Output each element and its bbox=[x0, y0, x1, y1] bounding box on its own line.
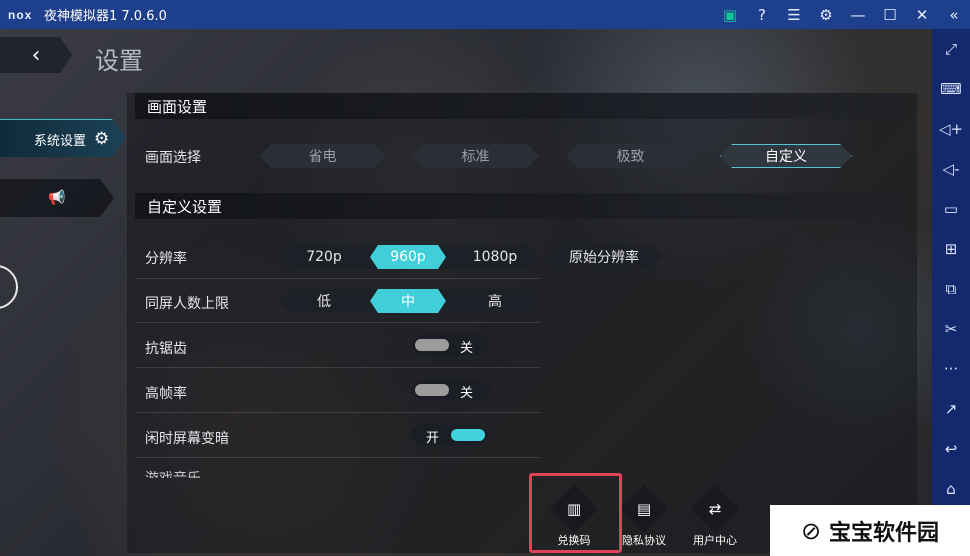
page-title: 设置 bbox=[95, 47, 143, 75]
privacy-badge: ▤ bbox=[619, 484, 669, 534]
resolution-label: 分辨率 bbox=[145, 251, 187, 267]
privacy-button[interactable]: ▤ 隐私协议 bbox=[614, 478, 674, 556]
players-low[interactable]: 低 bbox=[288, 289, 360, 313]
high-fps-toggle[interactable]: 关 bbox=[410, 379, 492, 401]
back-icon[interactable]: ↩ bbox=[932, 429, 970, 469]
back-arrow-icon: ‹ bbox=[31, 42, 41, 68]
game-music-label-partial: 游戏音乐 bbox=[145, 468, 201, 478]
menu-icon[interactable]: ☰ bbox=[778, 0, 810, 29]
toggle-knob bbox=[415, 384, 449, 396]
side-circle-button[interactable] bbox=[0, 265, 18, 309]
toggle-knob bbox=[415, 339, 449, 351]
privacy-icon: ▤ bbox=[636, 500, 652, 518]
shop-icon[interactable]: ▣ bbox=[714, 0, 746, 29]
resolution-960p[interactable]: 960p bbox=[370, 245, 446, 269]
keyboard-icon[interactable]: ⌨ bbox=[932, 69, 970, 109]
back-button[interactable]: ‹ bbox=[0, 37, 72, 73]
section-display-header: 画面设置 bbox=[135, 93, 900, 119]
emulator-toolbar: ⤢ ⌨ ◁+ ◁- ▭ ⊞ ⧉ ✂ ··· ↗ ↩ ⌂ bbox=[932, 29, 970, 556]
minimize-icon[interactable]: — bbox=[842, 0, 874, 29]
idle-dim-toggle[interactable]: 开 bbox=[408, 424, 490, 446]
settings-icon[interactable]: ⚙ bbox=[810, 0, 842, 29]
players-label: 同屏人数上限 bbox=[145, 296, 229, 312]
section-custom-title: 自定义设置 bbox=[147, 197, 223, 216]
resolution-selector: 720p 960p 1080p bbox=[280, 245, 540, 269]
resolution-original[interactable]: 原始分辨率 bbox=[546, 245, 662, 269]
nox-logo: nox bbox=[8, 7, 33, 22]
nav-system-settings-label: 系统设置 bbox=[34, 133, 87, 149]
fullscreen-icon[interactable]: ⤢ bbox=[932, 29, 970, 69]
divider bbox=[135, 278, 540, 279]
quality-option-power-saving[interactable]: 省电 bbox=[259, 144, 386, 168]
divider bbox=[135, 412, 540, 413]
collapse-icon[interactable]: « bbox=[938, 0, 970, 29]
share-icon[interactable]: ↗ bbox=[932, 389, 970, 429]
window-title: 夜神模拟器1 7.0.6.0 bbox=[44, 9, 167, 24]
antialias-state: 关 bbox=[460, 341, 474, 356]
user-center-button[interactable]: ⇄ 用户中心 bbox=[685, 478, 745, 556]
user-center-label: 用户中心 bbox=[693, 534, 737, 547]
nav-system-settings[interactable]: 系统设置 ⚙ bbox=[0, 119, 126, 157]
divider bbox=[135, 457, 540, 458]
quality-label: 画面选择 bbox=[145, 150, 201, 166]
maximize-icon[interactable]: ☐ bbox=[874, 0, 906, 29]
quality-option-standard[interactable]: 标准 bbox=[412, 144, 539, 168]
help-icon[interactable]: ? bbox=[746, 0, 778, 29]
antialias-label: 抗锯齿 bbox=[145, 341, 187, 357]
watermark: ⊘ 宝宝软件园 bbox=[770, 505, 970, 556]
players-high[interactable]: 高 bbox=[458, 289, 532, 313]
quality-option-custom[interactable]: 自定义 bbox=[720, 144, 852, 168]
multi-instance-icon[interactable]: ⧉ bbox=[932, 269, 970, 309]
high-fps-state: 关 bbox=[460, 386, 474, 401]
section-custom-header: 自定义设置 bbox=[135, 193, 900, 219]
players-medium[interactable]: 中 bbox=[370, 289, 446, 313]
privacy-label: 隐私协议 bbox=[622, 534, 666, 547]
volume-up-icon[interactable]: ◁+ bbox=[932, 109, 970, 149]
scissors-icon[interactable]: ✂ bbox=[932, 309, 970, 349]
apk-install-icon[interactable]: ⊞ bbox=[932, 229, 970, 269]
idle-dim-state: 开 bbox=[426, 431, 440, 446]
title-bar: nox 夜神模拟器1 7.0.6.0 ▣ ? ☰ ⚙ — ☐ ✕ « bbox=[0, 0, 970, 29]
screen-icon[interactable]: ▭ bbox=[932, 189, 970, 229]
window-controls: ▣ ? ☰ ⚙ — ☐ ✕ « bbox=[714, 0, 970, 29]
highlight-box bbox=[529, 473, 622, 553]
quality-option-extreme[interactable]: 极致 bbox=[566, 144, 695, 168]
nav-announcements[interactable]: 📢 bbox=[0, 179, 114, 217]
idle-dim-label: 闲时屏幕变暗 bbox=[145, 431, 229, 447]
players-selector: 低 中 高 bbox=[280, 289, 540, 313]
divider bbox=[135, 322, 540, 323]
watermark-text: 宝宝软件园 bbox=[829, 520, 940, 546]
close-icon[interactable]: ✕ bbox=[906, 0, 938, 29]
more-icon[interactable]: ··· bbox=[932, 349, 970, 389]
watermark-logo-icon: ⊘ bbox=[800, 516, 822, 545]
user-center-badge: ⇄ bbox=[690, 484, 740, 534]
antialias-toggle[interactable]: 关 bbox=[410, 334, 492, 356]
gear-icon: ⚙ bbox=[94, 129, 110, 149]
toggle-knob bbox=[451, 429, 485, 441]
section-display-title: 画面设置 bbox=[147, 97, 208, 116]
user-center-icon: ⇄ bbox=[708, 499, 722, 518]
divider bbox=[135, 367, 540, 368]
volume-down-icon[interactable]: ◁- bbox=[932, 149, 970, 189]
resolution-1080p[interactable]: 1080p bbox=[458, 245, 532, 269]
megaphone-icon: 📢 bbox=[48, 190, 66, 206]
resolution-720p[interactable]: 720p bbox=[288, 245, 360, 269]
high-fps-label: 高帧率 bbox=[145, 386, 187, 402]
